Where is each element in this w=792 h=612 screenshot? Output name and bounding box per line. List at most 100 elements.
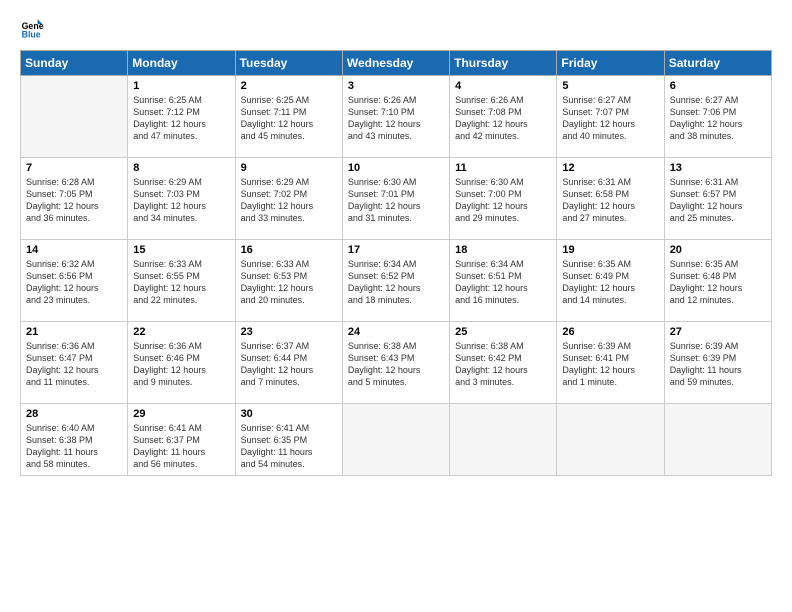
header-day-thursday: Thursday	[450, 51, 557, 76]
day-cell: 24 Sunrise: 6:38 AM Sunset: 6:43 PM Dayli…	[342, 322, 449, 404]
week-row-3: 14Sunrise: 6:32 AM Sunset: 6:56 PM Dayli…	[21, 240, 772, 322]
header-day-friday: Friday	[557, 51, 664, 76]
header-day-saturday: Saturday	[664, 51, 771, 76]
day-info: Sunrise: 6:27 AM Sunset: 7:06 PM Dayligh…	[670, 94, 766, 143]
day-cell: 2 Sunrise: 6:25 AM Sunset: 7:11 PM Daylig…	[235, 76, 342, 158]
day-cell: 16 Sunrise: 6:33 AM Sunset: 6:53 PM Dayli…	[235, 240, 342, 322]
day-info: Sunrise: 6:40 AM Sunset: 6:38 PM Dayligh…	[26, 422, 122, 471]
day-info: Sunrise: 6:34 AM Sunset: 6:52 PM Dayligh…	[348, 258, 444, 307]
day-cell: 3 Sunrise: 6:26 AM Sunset: 7:10 PM Daylig…	[342, 76, 449, 158]
header-day-sunday: Sunday	[21, 51, 128, 76]
header-day-monday: Monday	[128, 51, 235, 76]
day-cell: 19 Sunrise: 6:35 AM Sunset: 6:49 PM Dayli…	[557, 240, 664, 322]
day-number: 24	[348, 326, 444, 338]
day-number: 6	[670, 80, 766, 92]
day-info: Sunrise: 6:39 AM Sunset: 6:39 PM Dayligh…	[670, 340, 766, 389]
day-cell: 29Sunrise: 6:41 AM Sunset: 6:37 PM Dayli…	[128, 404, 235, 476]
day-cell: 13 Sunrise: 6:31 AM Sunset: 6:57 PM Dayli…	[664, 158, 771, 240]
day-info: Sunrise: 6:29 AM Sunset: 7:02 PM Dayligh…	[241, 176, 337, 225]
day-number: 23	[241, 326, 337, 338]
day-info: Sunrise: 6:26 AM Sunset: 7:10 PM Dayligh…	[348, 94, 444, 143]
day-cell: 10 Sunrise: 6:30 AM Sunset: 7:01 PM Dayli…	[342, 158, 449, 240]
day-number: 25	[455, 326, 551, 338]
day-info: Sunrise: 6:38 AM Sunset: 6:43 PM Dayligh…	[348, 340, 444, 389]
day-info: Sunrise: 6:41 AM Sunset: 6:35 PM Dayligh…	[241, 422, 337, 471]
day-number: 22	[133, 326, 229, 338]
day-number: 26	[562, 326, 658, 338]
day-number: 16	[241, 244, 337, 256]
day-cell: 15 Sunrise: 6:33 AM Sunset: 6:55 PM Dayli…	[128, 240, 235, 322]
day-info: Sunrise: 6:30 AM Sunset: 7:01 PM Dayligh…	[348, 176, 444, 225]
day-cell: 23Sunrise: 6:37 AM Sunset: 6:44 PM Dayli…	[235, 322, 342, 404]
header-day-wednesday: Wednesday	[342, 51, 449, 76]
day-info: Sunrise: 6:36 AM Sunset: 6:46 PM Dayligh…	[133, 340, 229, 389]
day-info: Sunrise: 6:33 AM Sunset: 6:53 PM Dayligh…	[241, 258, 337, 307]
day-cell: 9 Sunrise: 6:29 AM Sunset: 7:02 PM Daylig…	[235, 158, 342, 240]
day-info: Sunrise: 6:31 AM Sunset: 6:57 PM Dayligh…	[670, 176, 766, 225]
day-number: 29	[133, 408, 229, 420]
day-info: Sunrise: 6:35 AM Sunset: 6:48 PM Dayligh…	[670, 258, 766, 307]
day-cell	[664, 404, 771, 476]
day-info: Sunrise: 6:33 AM Sunset: 6:55 PM Dayligh…	[133, 258, 229, 307]
day-info: Sunrise: 6:25 AM Sunset: 7:11 PM Dayligh…	[241, 94, 337, 143]
logo-icon: General Blue	[20, 16, 44, 40]
day-cell	[557, 404, 664, 476]
day-cell: 21 Sunrise: 6:36 AM Sunset: 6:47 PM Dayli…	[21, 322, 128, 404]
day-info: Sunrise: 6:39 AM Sunset: 6:41 PM Dayligh…	[562, 340, 658, 389]
day-cell: 28Sunrise: 6:40 AM Sunset: 6:38 PM Dayli…	[21, 404, 128, 476]
calendar-header-row: SundayMondayTuesdayWednesdayThursdayFrid…	[21, 51, 772, 76]
day-number: 3	[348, 80, 444, 92]
day-number: 2	[241, 80, 337, 92]
day-number: 4	[455, 80, 551, 92]
day-number: 14	[26, 244, 122, 256]
logo: General Blue	[20, 16, 48, 40]
day-info: Sunrise: 6:29 AM Sunset: 7:03 PM Dayligh…	[133, 176, 229, 225]
day-info: Sunrise: 6:31 AM Sunset: 6:58 PM Dayligh…	[562, 176, 658, 225]
day-number: 18	[455, 244, 551, 256]
day-number: 11	[455, 162, 551, 174]
header-day-tuesday: Tuesday	[235, 51, 342, 76]
day-cell: 25Sunrise: 6:38 AM Sunset: 6:42 PM Dayli…	[450, 322, 557, 404]
svg-text:Blue: Blue	[22, 30, 41, 40]
day-info: Sunrise: 6:36 AM Sunset: 6:47 PM Dayligh…	[26, 340, 122, 389]
day-cell: 7 Sunrise: 6:28 AM Sunset: 7:05 PM Daylig…	[21, 158, 128, 240]
day-info: Sunrise: 6:27 AM Sunset: 7:07 PM Dayligh…	[562, 94, 658, 143]
day-number: 13	[670, 162, 766, 174]
day-cell: 18 Sunrise: 6:34 AM Sunset: 6:51 PM Dayli…	[450, 240, 557, 322]
day-number: 20	[670, 244, 766, 256]
day-number: 27	[670, 326, 766, 338]
day-cell: 12 Sunrise: 6:31 AM Sunset: 6:58 PM Dayli…	[557, 158, 664, 240]
day-cell	[342, 404, 449, 476]
day-info: Sunrise: 6:25 AM Sunset: 7:12 PM Dayligh…	[133, 94, 229, 143]
day-info: Sunrise: 6:35 AM Sunset: 6:49 PM Dayligh…	[562, 258, 658, 307]
day-number: 12	[562, 162, 658, 174]
day-number: 30	[241, 408, 337, 420]
day-info: Sunrise: 6:28 AM Sunset: 7:05 PM Dayligh…	[26, 176, 122, 225]
day-number: 9	[241, 162, 337, 174]
day-number: 21	[26, 326, 122, 338]
day-cell: 27 Sunrise: 6:39 AM Sunset: 6:39 PM Dayli…	[664, 322, 771, 404]
day-info: Sunrise: 6:34 AM Sunset: 6:51 PM Dayligh…	[455, 258, 551, 307]
week-row-4: 21 Sunrise: 6:36 AM Sunset: 6:47 PM Dayli…	[21, 322, 772, 404]
day-cell: 30 Sunrise: 6:41 AM Sunset: 6:35 PM Dayli…	[235, 404, 342, 476]
day-cell	[450, 404, 557, 476]
calendar-table: SundayMondayTuesdayWednesdayThursdayFrid…	[20, 50, 772, 476]
day-cell: 14Sunrise: 6:32 AM Sunset: 6:56 PM Dayli…	[21, 240, 128, 322]
day-number: 7	[26, 162, 122, 174]
week-row-1: 1Sunrise: 6:25 AM Sunset: 7:12 PM Daylig…	[21, 76, 772, 158]
day-number: 17	[348, 244, 444, 256]
day-cell: 4 Sunrise: 6:26 AM Sunset: 7:08 PM Daylig…	[450, 76, 557, 158]
day-cell: 6 Sunrise: 6:27 AM Sunset: 7:06 PM Daylig…	[664, 76, 771, 158]
day-cell: 1Sunrise: 6:25 AM Sunset: 7:12 PM Daylig…	[128, 76, 235, 158]
week-row-2: 7 Sunrise: 6:28 AM Sunset: 7:05 PM Daylig…	[21, 158, 772, 240]
week-row-5: 28Sunrise: 6:40 AM Sunset: 6:38 PM Dayli…	[21, 404, 772, 476]
day-info: Sunrise: 6:30 AM Sunset: 7:00 PM Dayligh…	[455, 176, 551, 225]
day-number: 15	[133, 244, 229, 256]
day-cell: 20 Sunrise: 6:35 AM Sunset: 6:48 PM Dayli…	[664, 240, 771, 322]
day-number: 19	[562, 244, 658, 256]
day-cell: 26 Sunrise: 6:39 AM Sunset: 6:41 PM Dayli…	[557, 322, 664, 404]
day-number: 8	[133, 162, 229, 174]
day-info: Sunrise: 6:26 AM Sunset: 7:08 PM Dayligh…	[455, 94, 551, 143]
day-number: 10	[348, 162, 444, 174]
day-cell: 8 Sunrise: 6:29 AM Sunset: 7:03 PM Daylig…	[128, 158, 235, 240]
